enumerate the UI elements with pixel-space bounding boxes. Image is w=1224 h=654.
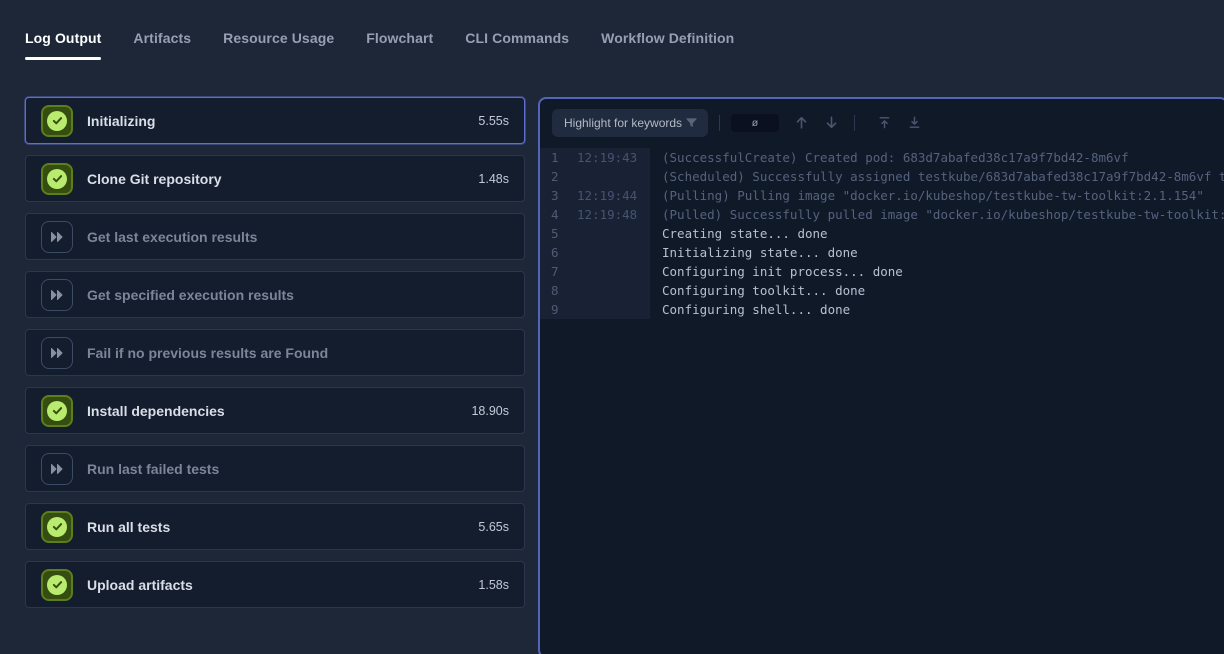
log-line: 6 Initializing state... done [540,243,1224,262]
step-label: Run all tests [87,519,170,535]
line-text: Configuring shell... done [650,300,850,319]
scroll-to-bottom-icon [907,115,922,130]
log-lines: 112:19:43(SuccessfulCreate) Created pod:… [540,148,1224,319]
log-line: 312:19:44(Pulling) Pulling image "docker… [540,186,1224,205]
line-text: Creating state... done [650,224,828,243]
line-timestamp: 12:19:44 [577,186,650,205]
line-number: 2 [540,167,577,186]
check-icon [41,395,73,427]
step-label: Get specified execution results [87,287,294,303]
filter-icon [685,117,698,129]
tab-resource-usage[interactable]: Resource Usage [223,30,334,60]
line-text: (Pulled) Successfully pulled image "dock… [650,205,1224,224]
line-number: 4 [540,205,577,224]
line-timestamp [577,243,650,262]
step-card-get-specified-execution-results[interactable]: Get specified execution results [25,271,525,318]
log-output-panel: Highlight for keywords ø 112:19:43(Succe… [538,97,1224,654]
check-icon [41,163,73,195]
active-tab-underline [25,57,101,60]
step-card-run-last-failed-tests[interactable]: Run last failed tests [25,445,525,492]
line-text: Configuring init process... done [650,262,903,281]
line-number: 8 [540,281,577,300]
search-placeholder: Highlight for keywords [564,116,682,130]
step-label: Clone Git repository [87,171,222,187]
step-duration: 1.58s [478,578,509,592]
prev-match-button[interactable] [789,111,813,135]
log-line: 112:19:43(SuccessfulCreate) Created pod:… [540,148,1224,167]
line-text: (Scheduled) Successfully assigned testku… [650,167,1224,186]
tab-workflow-definition[interactable]: Workflow Definition [601,30,734,60]
log-line: 5 Creating state... done [540,224,1224,243]
step-duration: 18.90s [471,404,509,418]
step-duration: 5.55s [478,114,509,128]
steps-list: Initializing 5.55s Clone Git repository … [25,97,525,619]
step-label: Install dependencies [87,403,225,419]
line-number: 6 [540,243,577,262]
tab-bar: Log Output Artifacts Resource Usage Flow… [0,0,1224,60]
check-icon [41,569,73,601]
step-card-fail-if-no-previous-results[interactable]: Fail if no previous results are Found [25,329,525,376]
skip-forward-icon [41,221,73,253]
skip-forward-icon [41,337,73,369]
arrow-up-icon [793,114,810,131]
tab-log-output[interactable]: Log Output [25,30,101,60]
line-timestamp: 12:19:48 [577,205,650,224]
tab-flowchart[interactable]: Flowchart [366,30,433,60]
log-line: 412:19:48(Pulled) Successfully pulled im… [540,205,1224,224]
log-line: 8 Configuring toolkit... done [540,281,1224,300]
step-card-get-last-execution-results[interactable]: Get last execution results [25,213,525,260]
toolbar-divider [854,115,855,131]
step-card-initializing[interactable]: Initializing 5.55s [25,97,525,144]
line-timestamp [577,300,650,319]
skip-forward-icon [41,279,73,311]
scroll-to-top-icon [877,115,892,130]
line-text: Configuring toolkit... done [650,281,865,300]
line-text: Initializing state... done [650,243,858,262]
step-card-run-all-tests[interactable]: Run all tests 5.65s [25,503,525,550]
line-number: 1 [540,148,577,167]
skip-forward-icon [41,453,73,485]
log-line: 7 Configuring init process... done [540,262,1224,281]
check-icon [41,105,73,137]
line-number: 5 [540,224,577,243]
step-card-clone-git-repository[interactable]: Clone Git repository 1.48s [25,155,525,202]
step-label: Get last execution results [87,229,257,245]
tab-cli-commands[interactable]: CLI Commands [465,30,569,60]
line-text: (Pulling) Pulling image "docker.io/kubes… [650,186,1204,205]
line-text: (SuccessfulCreate) Created pod: 683d7aba… [650,148,1129,167]
line-timestamp [577,167,650,186]
scroll-to-top-button[interactable] [872,111,896,135]
line-number: 3 [540,186,577,205]
arrow-down-icon [823,114,840,131]
toolbar-divider [719,115,720,131]
step-label: Run last failed tests [87,461,219,477]
next-match-button[interactable] [819,111,843,135]
tab-artifacts[interactable]: Artifacts [133,30,191,60]
keyword-search-input[interactable]: Highlight for keywords [552,109,708,137]
step-duration: 5.65s [478,520,509,534]
execution-detail: Initializing 5.55s Clone Git repository … [0,97,1224,654]
line-timestamp [577,281,650,300]
step-label: Fail if no previous results are Found [87,345,328,361]
match-counter: ø [731,114,779,132]
log-line: 2 (Scheduled) Successfully assigned testk… [540,167,1224,186]
scroll-to-bottom-button[interactable] [902,111,926,135]
line-number: 9 [540,300,577,319]
step-card-upload-artifacts[interactable]: Upload artifacts 1.58s [25,561,525,608]
line-timestamp [577,224,650,243]
log-line: 9 Configuring shell... done [540,300,1224,319]
log-toolbar: Highlight for keywords ø [540,99,1224,139]
step-card-install-dependencies[interactable]: Install dependencies 18.90s [25,387,525,434]
step-duration: 1.48s [478,172,509,186]
line-timestamp [577,262,650,281]
line-number: 7 [540,262,577,281]
step-label: Upload artifacts [87,577,193,593]
line-timestamp: 12:19:43 [577,148,650,167]
step-label: Initializing [87,113,155,129]
check-icon [41,511,73,543]
